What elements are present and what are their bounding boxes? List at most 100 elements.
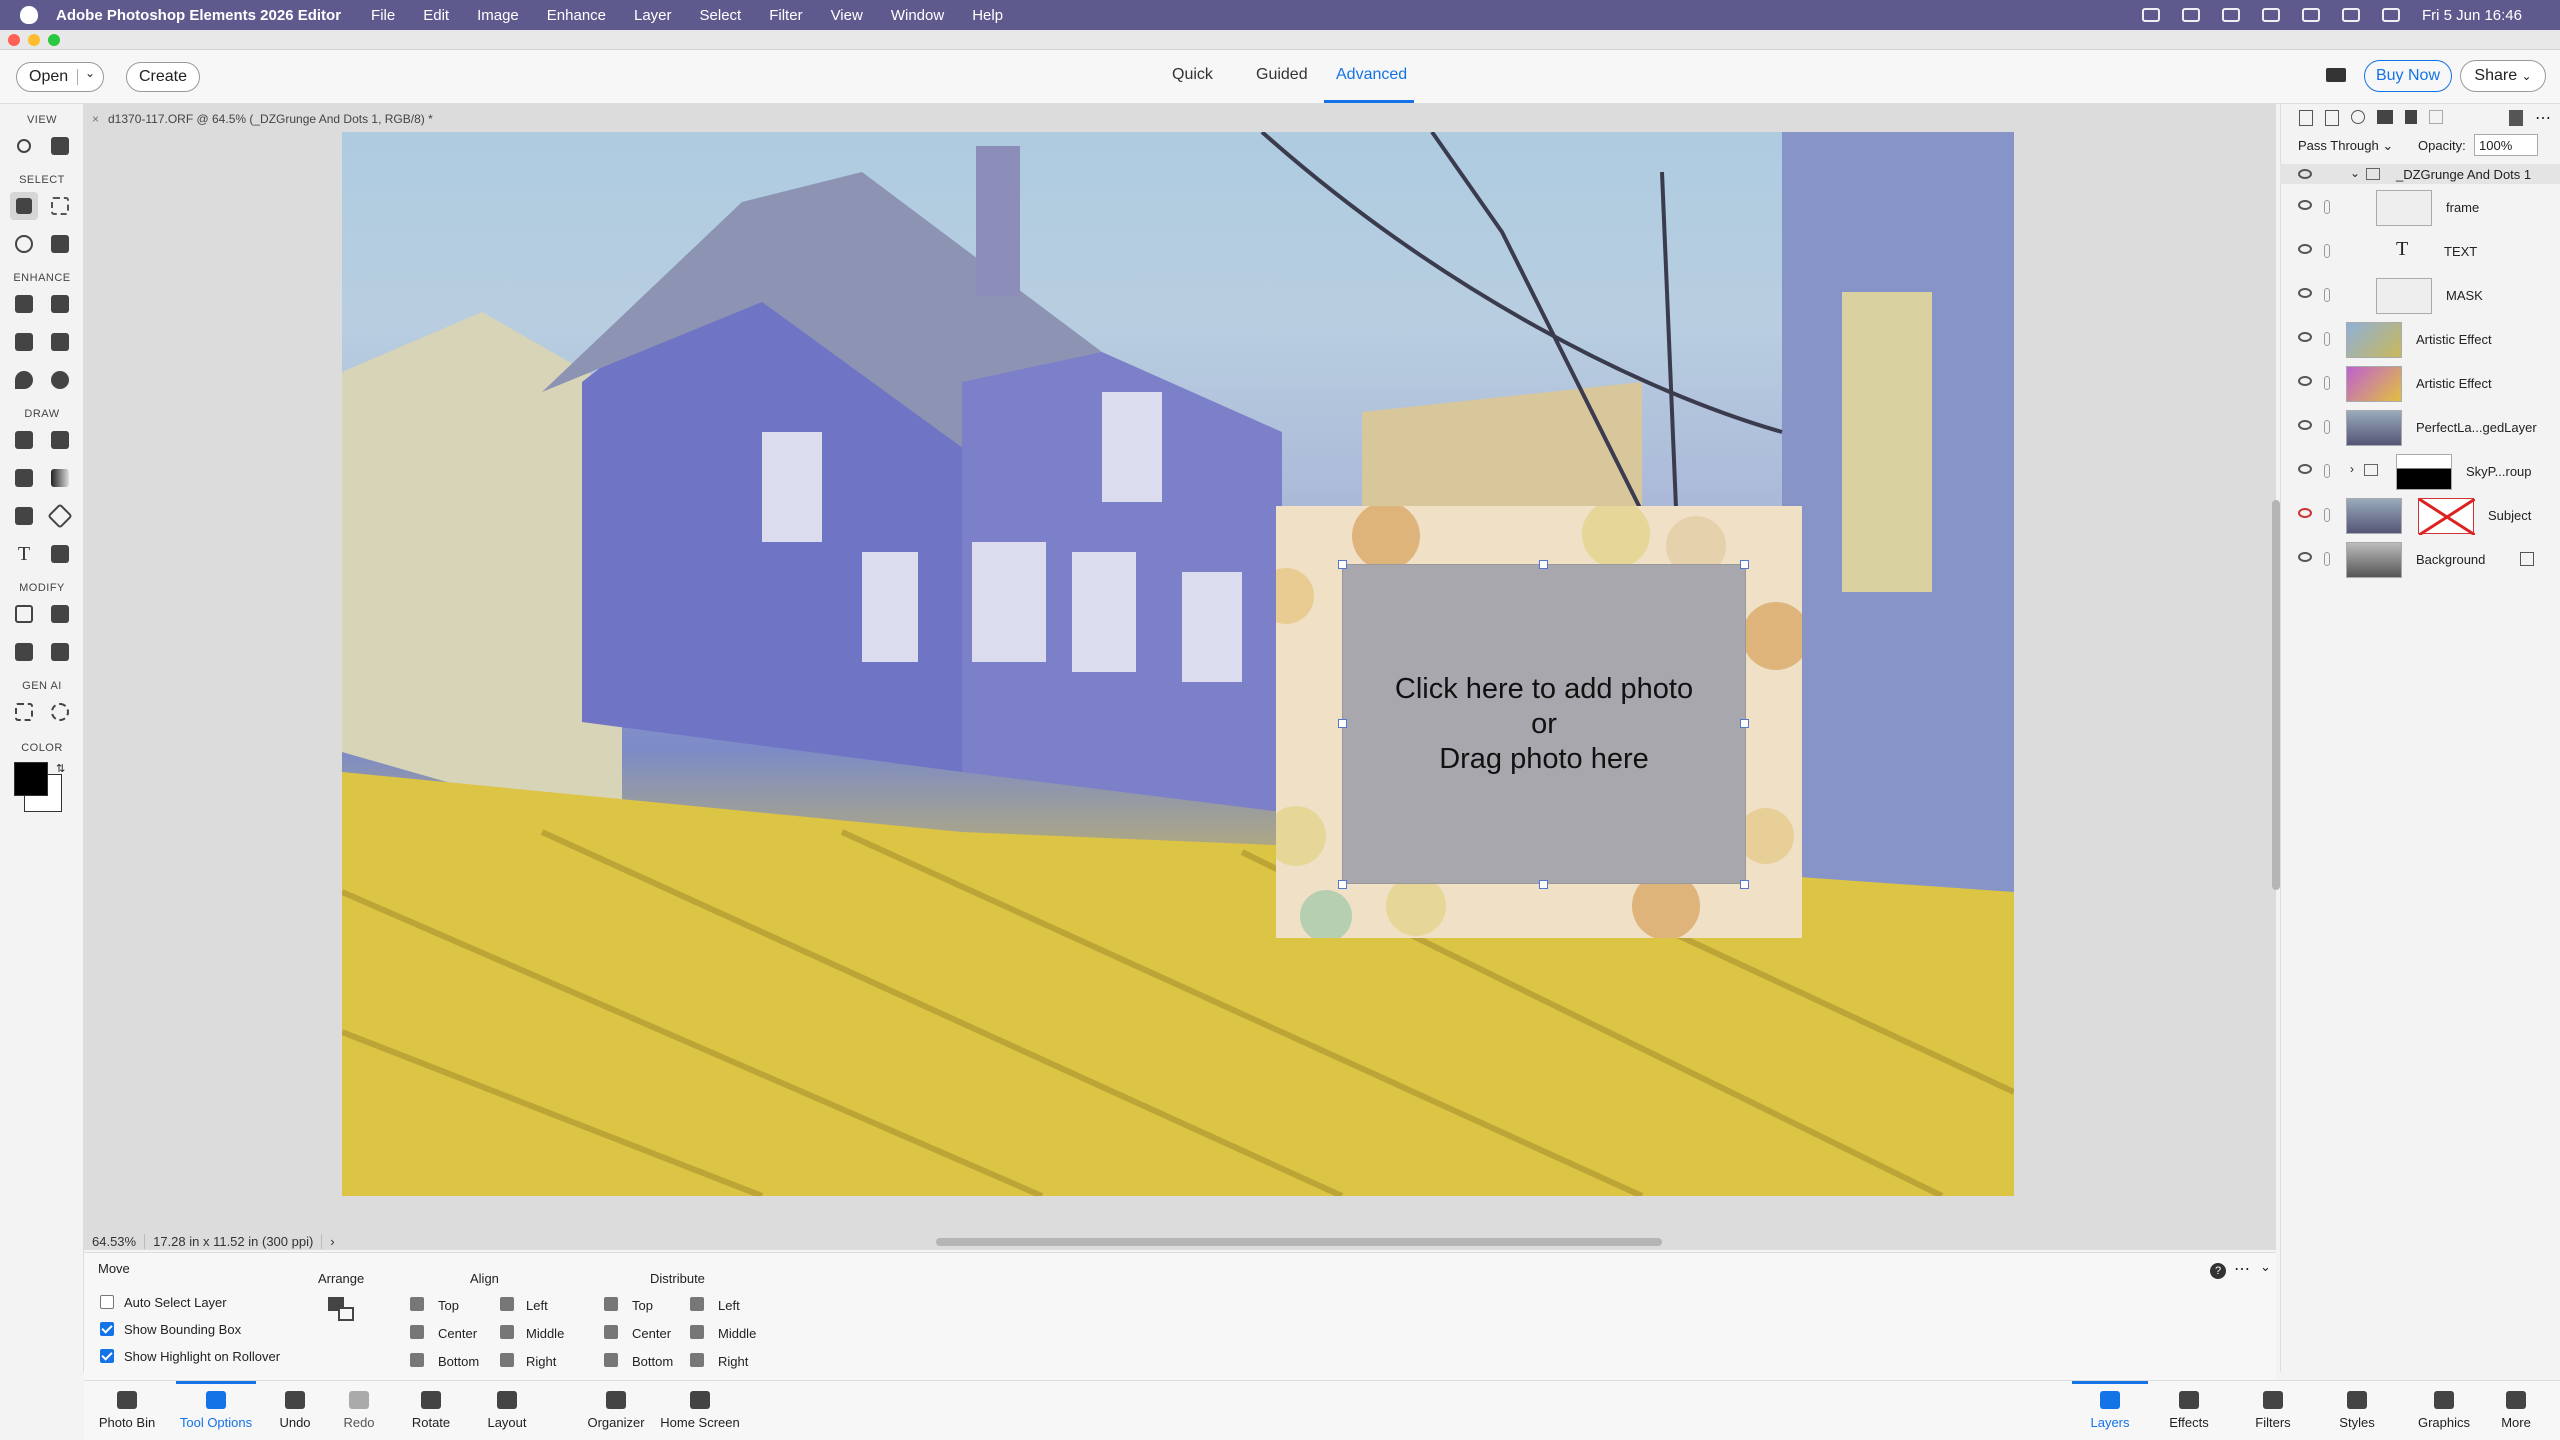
link-icon[interactable] xyxy=(2324,508,2330,522)
tab-guided[interactable]: Guided xyxy=(1256,66,1308,84)
group-expand-chevron-icon[interactable]: ⌄ xyxy=(2350,166,2360,180)
align-center-icon[interactable] xyxy=(410,1325,424,1339)
layers-button[interactable]: Layers xyxy=(2072,1381,2148,1440)
custom-shape-tool-icon[interactable] xyxy=(46,502,74,530)
paint-bucket-tool-icon[interactable] xyxy=(10,464,38,492)
auto-select-checkbox[interactable] xyxy=(100,1295,114,1309)
minimize-window-icon[interactable] xyxy=(28,34,40,46)
trash-icon[interactable] xyxy=(2509,110,2523,126)
eye-icon[interactable] xyxy=(2298,244,2312,254)
search-icon[interactable] xyxy=(2341,8,2360,22)
status-chevron-icon[interactable]: › xyxy=(322,1234,342,1249)
more-options-icon[interactable]: ⋯ xyxy=(2234,1259,2250,1279)
distribute-right-icon[interactable] xyxy=(690,1353,704,1367)
app-name[interactable]: Adobe Photoshop Elements 2026 Editor xyxy=(56,7,341,24)
transform-handle-bottom-right[interactable] xyxy=(1740,880,1749,889)
content-aware-move-tool-icon[interactable] xyxy=(10,638,38,666)
menu-view[interactable]: View xyxy=(831,7,863,24)
lock-transparency-icon[interactable] xyxy=(2429,110,2443,124)
help-icon[interactable]: ? xyxy=(2210,1263,2226,1279)
arrange-icon[interactable] xyxy=(328,1297,356,1323)
status-app-icon[interactable] xyxy=(2141,8,2160,22)
wifi-icon[interactable] xyxy=(2301,8,2320,22)
lock-icon[interactable] xyxy=(2405,110,2417,124)
share-button[interactable]: Share ⌄ xyxy=(2460,60,2546,92)
panel-menu-icon[interactable]: ⋯ xyxy=(2535,108,2551,128)
distribute-middle-label[interactable]: Middle xyxy=(718,1326,756,1341)
align-right-icon[interactable] xyxy=(500,1353,514,1367)
generative-fill-tool-icon[interactable] xyxy=(10,698,38,726)
align-left-label[interactable]: Left xyxy=(526,1298,548,1313)
effects-button[interactable]: Effects xyxy=(2154,1381,2224,1440)
menu-filter[interactable]: Filter xyxy=(769,7,802,24)
eye-icon[interactable] xyxy=(2298,420,2312,430)
status-doc-icon[interactable] xyxy=(2181,8,2200,22)
photo-bin-button[interactable]: Photo Bin xyxy=(90,1381,164,1440)
eyedropper-tool-icon[interactable] xyxy=(10,502,38,530)
link-icon[interactable] xyxy=(2324,464,2330,478)
foreground-color-swatch[interactable] xyxy=(14,762,48,796)
styles-button[interactable]: Styles xyxy=(2322,1381,2392,1440)
redo-button[interactable]: Redo xyxy=(334,1381,384,1440)
distribute-middle-icon[interactable] xyxy=(690,1325,704,1339)
add-photo-placeholder[interactable]: Click here to add photo or Drag photo he… xyxy=(1342,564,1746,884)
transform-handle-top-left[interactable] xyxy=(1338,560,1347,569)
chevron-down-icon[interactable]: ⌄ xyxy=(85,66,95,80)
link-icon[interactable] xyxy=(2324,244,2330,258)
transform-handle-top[interactable] xyxy=(1539,560,1548,569)
menu-help[interactable]: Help xyxy=(972,7,1003,24)
vertical-scrollbar[interactable] xyxy=(2272,500,2280,890)
group-collapse-chevron-icon[interactable]: › xyxy=(2350,462,2354,476)
recompose-tool-icon[interactable] xyxy=(46,600,74,628)
hidden-eye-icon[interactable] xyxy=(2298,508,2312,518)
tool-options-button[interactable]: Tool Options xyxy=(176,1381,256,1440)
link-icon[interactable] xyxy=(2324,376,2330,390)
distribute-left-label[interactable]: Left xyxy=(718,1298,740,1313)
clone-stamp-tool-icon[interactable] xyxy=(46,328,74,356)
align-middle-label[interactable]: Middle xyxy=(526,1326,564,1341)
eye-icon[interactable] xyxy=(2298,200,2312,210)
menu-edit[interactable]: Edit xyxy=(423,7,449,24)
align-bottom-label[interactable]: Bottom xyxy=(438,1354,479,1369)
generative-remove-tool-icon[interactable] xyxy=(46,698,74,726)
red-eye-tool-icon[interactable] xyxy=(10,290,38,318)
menu-file[interactable]: File xyxy=(371,7,395,24)
pencil-tool-icon[interactable] xyxy=(46,540,74,568)
new-group-icon[interactable] xyxy=(2325,110,2339,126)
straighten-tool-icon[interactable] xyxy=(46,638,74,666)
open-button[interactable]: Open ⌄ xyxy=(16,62,104,92)
transform-handle-bottom[interactable] xyxy=(1539,880,1548,889)
link-icon[interactable] xyxy=(2324,288,2330,302)
menu-image[interactable]: Image xyxy=(477,7,519,24)
healing-brush-tool-icon[interactable] xyxy=(46,290,74,318)
menu-layer[interactable]: Layer xyxy=(634,7,672,24)
zoom-tool-icon[interactable] xyxy=(10,132,38,160)
close-window-icon[interactable] xyxy=(8,34,20,46)
crop-tool-icon[interactable] xyxy=(10,600,38,628)
align-top-label[interactable]: Top xyxy=(438,1298,459,1313)
sponge-tool-icon[interactable] xyxy=(46,366,74,394)
eye-icon[interactable] xyxy=(2298,169,2312,179)
marquee-tool-icon[interactable] xyxy=(46,192,74,220)
eye-icon[interactable] xyxy=(2298,376,2312,386)
layer-row-perfect-landscape[interactable]: PerfectLa...gedLayer xyxy=(2280,406,2560,450)
transform-handle-left[interactable] xyxy=(1338,719,1347,728)
eye-icon[interactable] xyxy=(2298,332,2312,342)
blur-tool-icon[interactable] xyxy=(10,366,38,394)
layer-mask-icon[interactable] xyxy=(2377,110,2393,124)
layer-row-artistic-effect-2[interactable]: Artistic Effect xyxy=(2280,362,2560,406)
show-highlight-checkbox[interactable] xyxy=(100,1349,114,1363)
distribute-left-icon[interactable] xyxy=(690,1297,704,1311)
zoom-level[interactable]: 64.53% xyxy=(84,1233,146,1249)
create-button[interactable]: Create xyxy=(126,62,200,92)
distribute-top-icon[interactable] xyxy=(604,1297,618,1311)
new-layer-icon[interactable] xyxy=(2299,110,2313,126)
distribute-center-label[interactable]: Center xyxy=(632,1326,671,1341)
layer-row-text[interactable]: T TEXT xyxy=(2280,230,2560,274)
link-icon[interactable] xyxy=(2324,200,2330,214)
distribute-top-label[interactable]: Top xyxy=(632,1298,653,1313)
transform-handle-bottom-left[interactable] xyxy=(1338,880,1347,889)
home-screen-button[interactable]: Home Screen xyxy=(656,1381,744,1440)
document-tab[interactable]: × d1370-117.ORF @ 64.5% (_DZGrunge And D… xyxy=(84,108,433,130)
close-tab-icon[interactable]: × xyxy=(92,108,99,130)
